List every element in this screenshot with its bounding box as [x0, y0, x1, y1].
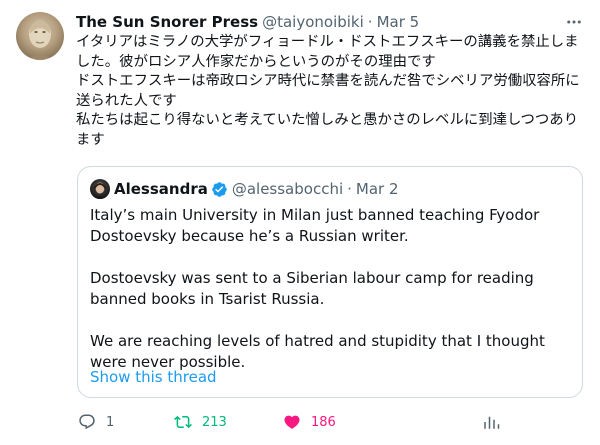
- reply-button[interactable]: 1: [70, 408, 114, 436]
- quoted-author-display-name[interactable]: Alessandra: [114, 180, 208, 198]
- tweet-date[interactable]: Mar 5: [377, 13, 420, 31]
- analytics-button[interactable]: [474, 408, 508, 436]
- reply-count: 1: [106, 414, 115, 430]
- tweet-text-line: 私たちは起こり得ないと考えていた憎しみと愚かさのレベルに到達しつつあります: [76, 112, 579, 148]
- quoted-tweet-text: Italy’s main University in Milan just ba…: [90, 205, 570, 373]
- reply-icon: [70, 408, 104, 436]
- more-options-button[interactable]: [562, 10, 586, 34]
- tweet[interactable]: The Sun Snorer Press @taiyonoibiki · Mar…: [0, 0, 600, 445]
- portrait-image: [28, 20, 52, 60]
- quoted-tweet-date[interactable]: Mar 2: [356, 180, 399, 198]
- retweet-icon: [166, 408, 200, 436]
- quoted-paragraph: Dostoevsky was sent to a Siberian labour…: [90, 269, 534, 308]
- tweet-text-line: ドストエフスキーは帝政ロシア時代に禁書を読んだ咎でシベリア労働収容所に送られた人…: [76, 73, 580, 109]
- like-button[interactable]: 186: [275, 408, 336, 436]
- author-handle[interactable]: @taiyonoibiki: [262, 13, 364, 31]
- more-icon: [567, 20, 581, 24]
- quoted-header-separator: ·: [347, 180, 352, 198]
- verified-badge-icon: [211, 181, 228, 198]
- quoted-paragraph: Italy’s main University in Milan just ba…: [90, 206, 540, 245]
- author-avatar[interactable]: [16, 12, 64, 60]
- heart-icon: [275, 408, 309, 436]
- quoted-tweet-header: Alessandra @alessabocchi · Mar 2: [90, 179, 399, 199]
- author-display-name[interactable]: The Sun Snorer Press: [76, 13, 258, 31]
- quoted-author-handle[interactable]: @alessabocchi: [232, 180, 343, 198]
- tweet-text-line: イタリアはミラノの大学がフィョードル・ドストエフスキーの講義を禁止しました。彼が…: [76, 34, 579, 70]
- quoted-tweet[interactable]: Alessandra @alessabocchi · Mar 2 Italy’s…: [77, 166, 583, 398]
- retweet-count: 213: [202, 414, 227, 430]
- show-thread-link[interactable]: Show this thread: [90, 368, 217, 386]
- tweet-actions: 1 213 186: [70, 408, 580, 436]
- quoted-author-avatar: [90, 179, 110, 199]
- tweet-text: イタリアはミラノの大学がフィョードル・ドストエフスキーの講義を禁止しました。彼が…: [76, 33, 586, 150]
- quoted-portrait-image: [93, 182, 107, 199]
- like-count: 186: [311, 414, 336, 430]
- analytics-icon: [474, 408, 508, 436]
- quoted-paragraph: We are reaching levels of hatred and stu…: [90, 332, 545, 371]
- header-separator: ·: [367, 13, 373, 31]
- retweet-button[interactable]: 213: [166, 408, 227, 436]
- tweet-header: The Sun Snorer Press @taiyonoibiki · Mar…: [76, 12, 584, 32]
